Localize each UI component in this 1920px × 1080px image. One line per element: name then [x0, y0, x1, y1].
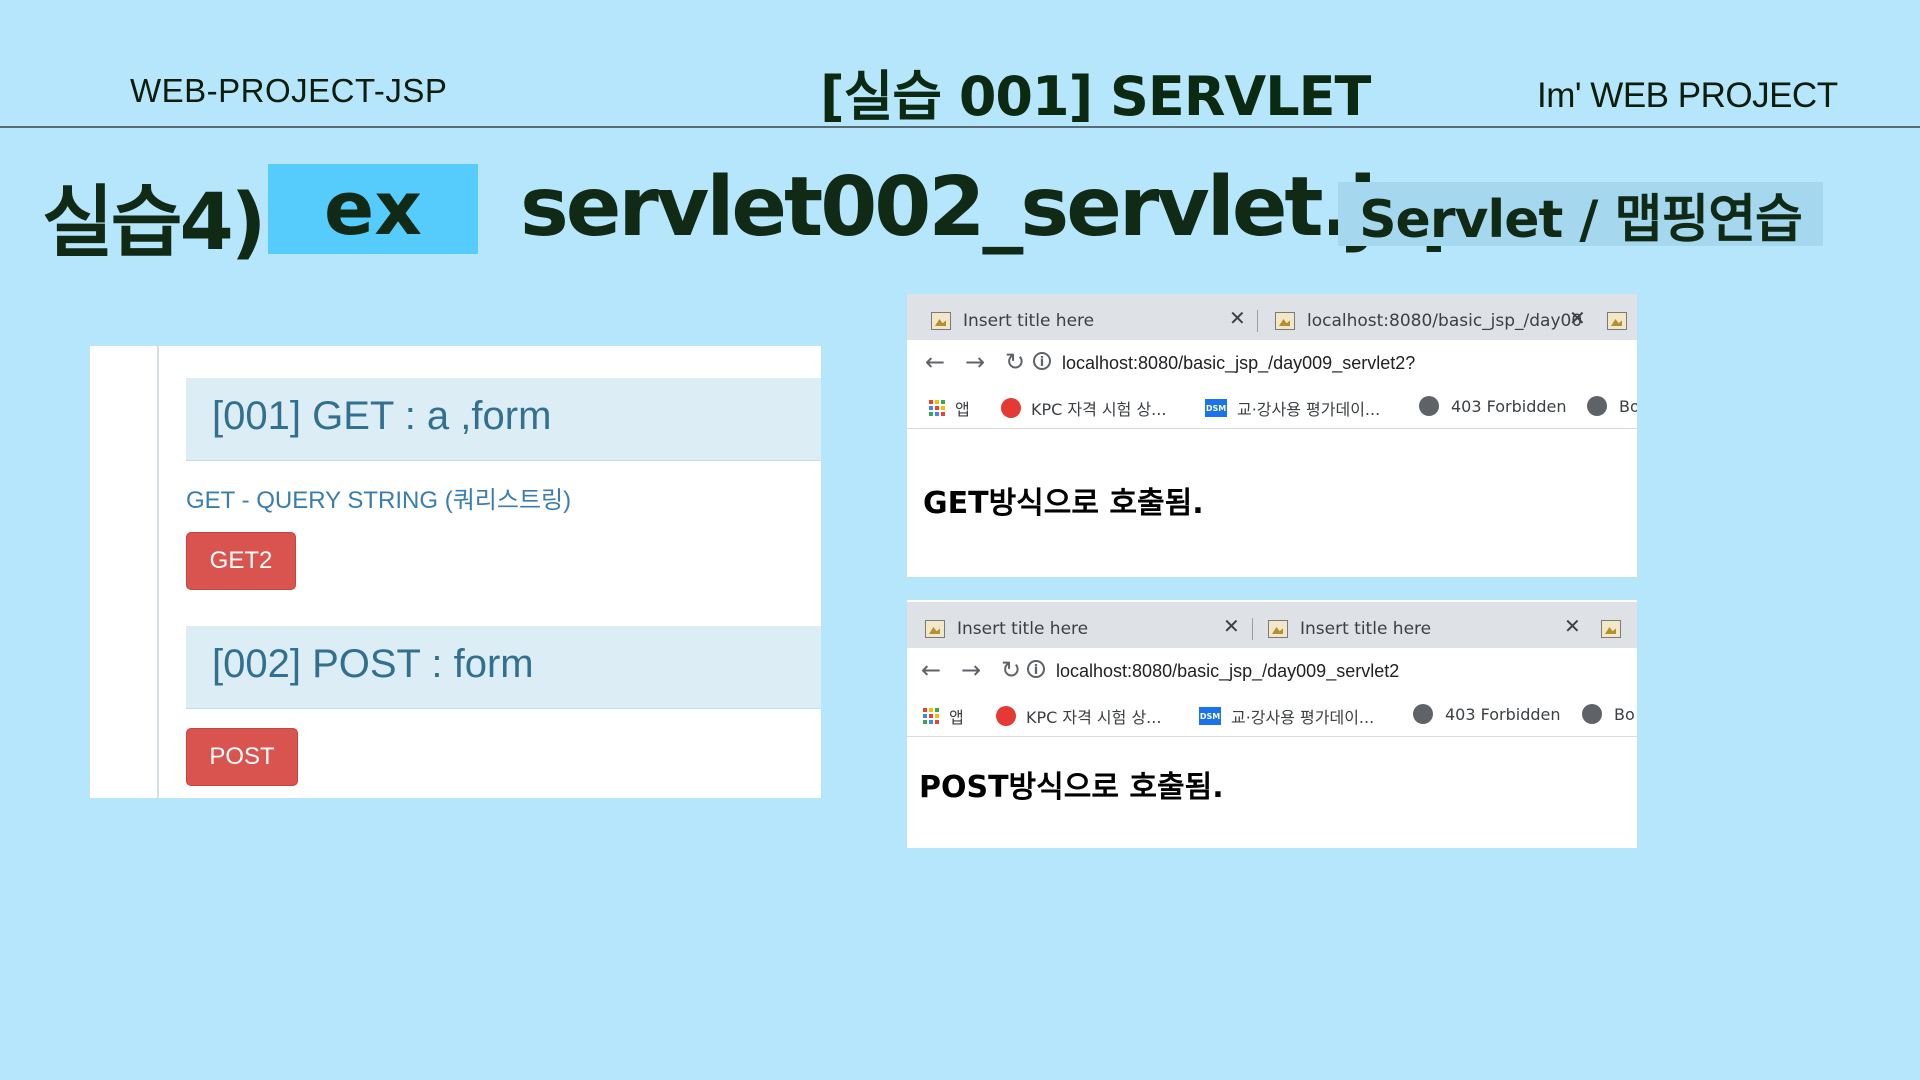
close-tab-icon[interactable]: ✕ — [1564, 614, 1581, 638]
navigation-bar: ← → ↻ i localhost:8080/basic_jsp_/day009… — [907, 340, 1637, 386]
lab-number: 실습4) — [42, 178, 266, 268]
bookmark-apps[interactable]: 앱 — [923, 704, 964, 728]
dsm-logo-icon: DSM — [1199, 707, 1221, 725]
bookmark-label: Bo — [1614, 704, 1635, 724]
file-name: servlet002_servlet.jsp — [520, 160, 1478, 255]
tab-separator — [1252, 618, 1253, 640]
apps-grid-icon — [929, 400, 945, 416]
ex-badge: ex — [268, 164, 478, 254]
info-icon[interactable]: i — [1033, 352, 1051, 370]
tab-insert-title[interactable]: Insert title here — [931, 302, 1094, 340]
page-favicon-icon — [1268, 620, 1288, 638]
address-bar[interactable]: localhost:8080/basic_jsp_/day009_servlet… — [1062, 353, 1415, 374]
bookmarks-bar: 앱 KPC 자격 시험 상... DSM 교·강사용 평가데이... 403 F… — [907, 386, 1637, 429]
bookmark-kpc[interactable]: KPC 자격 시험 상... — [1001, 396, 1166, 420]
bookmark-apps[interactable]: 앱 — [929, 396, 970, 420]
tab-separator — [1257, 310, 1258, 332]
bookmark-bo[interactable]: Bo — [1587, 396, 1637, 416]
form-demo-card: [001] GET : a ,form GET - QUERY STRING (… — [90, 346, 821, 798]
tab-extra[interactable] — [1601, 610, 1633, 648]
subtitle-badge: Servlet / 맵핑연습 — [1338, 182, 1823, 250]
kpc-logo-icon — [996, 706, 1016, 726]
bookmark-label: 앱 — [949, 708, 964, 727]
tab-title: Insert title here — [957, 619, 1089, 639]
close-tab-icon[interactable]: ✕ — [1229, 306, 1246, 330]
section-get-header: [001] GET : a ,form — [186, 378, 821, 461]
globe-icon — [1582, 704, 1602, 724]
reload-icon[interactable]: ↻ — [1005, 348, 1025, 376]
tab-title: Insert title here — [1300, 619, 1432, 639]
back-arrow-icon[interactable]: ← — [921, 656, 941, 684]
post-result-text: POST방식으로 호출됨. — [919, 770, 1224, 805]
info-icon[interactable]: i — [1027, 660, 1045, 678]
ex-badge-label: ex — [324, 166, 422, 252]
bookmark-label: 403 Forbidden — [1445, 704, 1561, 724]
browser-get-window: Insert title here ✕ localhost:8080/basic… — [907, 294, 1637, 577]
get-result-text: GET방식으로 호출됨. — [923, 486, 1204, 521]
bookmark-label: 교·강사용 평가데이... — [1237, 400, 1381, 419]
bookmark-bo[interactable]: Bo — [1582, 704, 1635, 724]
close-tab-icon[interactable]: ✕ — [1223, 614, 1240, 638]
get2-button[interactable]: GET2 — [186, 532, 296, 590]
bookmark-label: Bo — [1619, 396, 1637, 416]
page-favicon-icon — [1601, 620, 1621, 638]
post-button[interactable]: POST — [186, 728, 298, 786]
bookmark-kpc[interactable]: KPC 자격 시험 상... — [996, 704, 1161, 728]
address-bar[interactable]: localhost:8080/basic_jsp_/day009_servlet… — [1056, 661, 1399, 682]
globe-icon — [1413, 704, 1433, 724]
query-string-label: GET - QUERY STRING (쿼리스트링) — [186, 487, 572, 514]
browser-post-window: Insert title here ✕ Insert title here ✕ … — [907, 600, 1637, 848]
back-arrow-icon[interactable]: ← — [925, 348, 945, 376]
globe-icon — [1587, 396, 1607, 416]
bookmark-403[interactable]: 403 Forbidden — [1413, 704, 1561, 724]
bookmark-label: KPC 자격 시험 상... — [1026, 708, 1162, 727]
forward-arrow-icon[interactable]: → — [961, 656, 981, 684]
apps-grid-icon — [923, 708, 939, 724]
tab-localhost[interactable]: localhost:8080/basic_jsp_/day00 — [1275, 302, 1582, 340]
bookmark-dsm[interactable]: DSM 교·강사용 평가데이... — [1199, 704, 1374, 728]
tab-insert-title-2[interactable]: Insert title here — [1268, 610, 1431, 648]
bookmark-label: 403 Forbidden — [1451, 396, 1567, 416]
section-get-title: [001] GET : a ,form — [212, 394, 552, 438]
kpc-logo-icon — [1001, 398, 1021, 418]
header-center-title: [실습 001] SERVLET — [820, 65, 1371, 128]
dsm-logo-icon: DSM — [1205, 399, 1227, 417]
bookmark-label: 앱 — [955, 400, 970, 419]
tab-insert-title[interactable]: Insert title here — [925, 610, 1088, 648]
page-favicon-icon — [1275, 312, 1295, 330]
header-left-label: WEB-PROJECT-JSP — [130, 72, 448, 109]
bookmark-label: KPC 자격 시험 상... — [1031, 400, 1167, 419]
bookmark-label: 교·강사용 평가데이... — [1231, 708, 1375, 727]
tab-bar: Insert title here ✕ localhost:8080/basic… — [907, 294, 1637, 340]
subtitle-label: Servlet / 맵핑연습 — [1359, 189, 1803, 250]
navigation-bar: ← → ↻ i localhost:8080/basic_jsp_/day009… — [907, 648, 1637, 694]
card-left-rule — [157, 346, 159, 798]
header-right-label: Im' WEB PROJECT — [1537, 76, 1838, 115]
reload-icon[interactable]: ↻ — [1001, 656, 1021, 684]
page-favicon-icon — [931, 312, 951, 330]
bookmark-403[interactable]: 403 Forbidden — [1419, 396, 1567, 416]
page-favicon-icon — [1607, 312, 1627, 330]
page-favicon-icon — [925, 620, 945, 638]
close-tab-icon[interactable]: ✕ — [1569, 306, 1586, 330]
bookmark-dsm[interactable]: DSM 교·강사용 평가데이... — [1205, 396, 1380, 420]
bookmarks-bar: 앱 KPC 자격 시험 상... DSM 교·강사용 평가데이... 403 F… — [907, 694, 1637, 737]
tab-bar: Insert title here ✕ Insert title here ✕ — [907, 602, 1637, 648]
header-divider — [0, 126, 1920, 128]
tab-extra[interactable] — [1607, 302, 1637, 340]
globe-icon — [1419, 396, 1439, 416]
tab-title: Insert title here — [963, 311, 1095, 331]
section-post-title: [002] POST : form — [212, 642, 534, 686]
section-post-header: [002] POST : form — [186, 626, 821, 709]
forward-arrow-icon[interactable]: → — [965, 348, 985, 376]
tab-title: localhost:8080/basic_jsp_/day00 — [1307, 311, 1583, 331]
